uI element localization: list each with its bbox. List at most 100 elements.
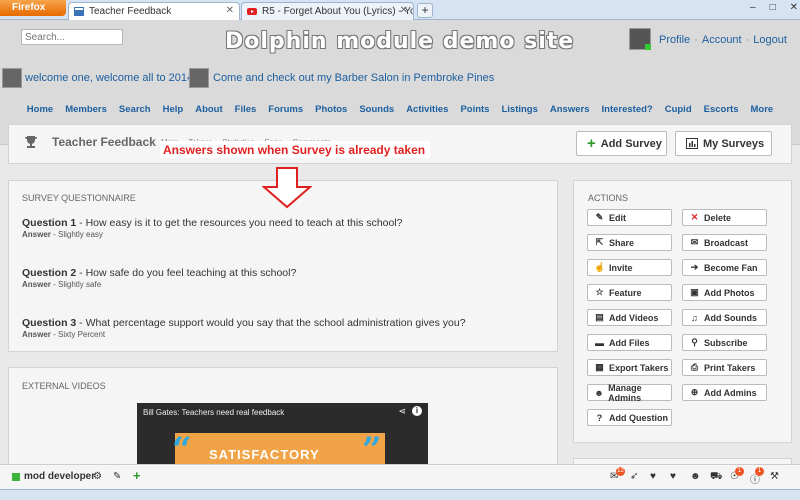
nav-item-cupid[interactable]: Cupid — [659, 104, 698, 120]
add-survey-label: Add Survey — [600, 137, 662, 150]
compose-icon[interactable]: ✎ — [113, 471, 121, 482]
export-icon: ▦ — [595, 362, 604, 372]
nav-item-answers[interactable]: Answers — [544, 104, 596, 120]
profile-link[interactable]: Profile — [659, 34, 690, 46]
nav-item-photos[interactable]: Photos — [309, 104, 353, 120]
friends-icon[interactable]: ☻ — [690, 471, 701, 482]
nav-item-escorts[interactable]: Escorts — [698, 104, 745, 120]
logout-link[interactable]: Logout — [753, 34, 787, 46]
nav-item-activities[interactable]: Activities — [400, 104, 454, 120]
info-icon[interactable]: ⓘ 1 — [750, 467, 764, 486]
tab-teacher-feedback[interactable]: Teacher Feedback ✕ — [68, 2, 240, 20]
file-icon: ▬ — [595, 337, 604, 348]
edit-button[interactable]: ✎ Edit — [587, 209, 672, 226]
answer-1: Answer - Slightly easy — [22, 230, 103, 239]
add-icon[interactable]: + — [133, 468, 141, 483]
add-files-button[interactable]: ▬ Add Files — [587, 334, 672, 351]
nav-item-help[interactable]: Help — [157, 104, 190, 120]
export-takers-button[interactable]: ▦ Export Takers — [587, 359, 672, 376]
video-player[interactable]: “ ” SATISFACTORY Bill Gates: Teachers ne… — [137, 403, 428, 473]
site-title[interactable]: Dolphin module demo site — [225, 29, 574, 54]
new-tab-button[interactable]: + — [417, 3, 433, 18]
tab-title: R5 - Forget About You (Lyrics) - Yo... — [262, 6, 414, 17]
invite-button[interactable]: ☝ Invite — [587, 259, 672, 276]
bird-icon[interactable]: ➶ — [630, 471, 638, 482]
heart-icon[interactable]: ♥ — [650, 471, 656, 482]
close-window-button[interactable]: ✕ — [790, 2, 798, 13]
nav-item-home[interactable]: Home — [21, 104, 59, 120]
minimize-button[interactable]: – — [750, 2, 756, 13]
nav-item-interested[interactable]: Interested? — [596, 104, 659, 120]
add-admins-button[interactable]: ⊕ Add Admins — [682, 384, 767, 401]
cart-icon[interactable]: ⛟ — [710, 471, 723, 484]
info-icon[interactable]: i — [412, 406, 422, 416]
maximize-button[interactable]: □ — [770, 2, 776, 13]
notification-count-badge: 1 — [735, 467, 744, 476]
user-avatar[interactable] — [629, 28, 651, 50]
add-admin-icon: ⊕ — [690, 387, 699, 397]
video-title[interactable]: Bill Gates: Teachers need real feedback — [143, 408, 284, 417]
plus-icon: + — [587, 134, 596, 152]
share-button[interactable]: ⇱ Share — [587, 234, 672, 251]
feature-button[interactable]: ☆ Feature — [587, 284, 672, 301]
delete-icon: ✕ — [690, 212, 699, 222]
account-link[interactable]: Account — [702, 34, 742, 46]
become-fan-icon: ➔ — [690, 262, 699, 272]
subscribe-button[interactable]: ⚲ Subscribe — [682, 334, 767, 351]
nav-item-sounds[interactable]: Sounds — [353, 104, 400, 120]
heart-outline-icon[interactable]: ♥ — [670, 471, 676, 482]
video-sign-text: SATISFACTORY — [209, 447, 320, 462]
question-icon: ? — [596, 412, 603, 423]
nav-item-about[interactable]: About — [189, 104, 228, 120]
users-icon: ☻ — [594, 387, 604, 398]
nav-item-points[interactable]: Points — [454, 104, 495, 120]
add-sounds-button[interactable]: ♫ Add Sounds — [682, 309, 767, 326]
status-avatar[interactable] — [189, 68, 209, 88]
star-icon: ☆ — [595, 287, 604, 297]
add-videos-button[interactable]: ▤ Add Videos — [587, 309, 672, 326]
current-user-label[interactable]: mod developer — [24, 471, 95, 482]
share-icon[interactable]: ⋖ — [398, 406, 406, 417]
page-favicon-icon — [74, 7, 84, 16]
broadcast-icon: ✉ — [690, 237, 699, 247]
bar-chart-icon — [686, 138, 698, 149]
print-takers-button[interactable]: ⎙ Print Takers — [682, 359, 767, 376]
tab-youtube[interactable]: R5 - Forget About You (Lyrics) - Yo... ✕ — [241, 2, 414, 20]
photo-icon: ▣ — [690, 287, 699, 297]
delete-button[interactable]: ✕ Delete — [682, 209, 767, 226]
become-fan-button[interactable]: ➔ Become Fan — [682, 259, 767, 276]
status-text[interactable]: Come and check out my Barber Salon in Pe… — [213, 72, 494, 84]
close-tab-icon[interactable]: ✕ — [400, 5, 408, 16]
video-icon: ▤ — [595, 312, 604, 322]
my-surveys-button[interactable]: My Surveys — [675, 131, 772, 156]
tab-title: Teacher Feedback — [89, 6, 172, 17]
main-nav: Home Members Search Help About Files For… — [0, 104, 800, 120]
nav-item-files[interactable]: Files — [229, 104, 263, 120]
close-tab-icon[interactable]: ✕ — [226, 5, 234, 16]
add-survey-button[interactable]: + Add Survey — [576, 131, 667, 156]
browser-tab-bar: Firefox Teacher Feedback ✕ R5 - Forget A… — [0, 0, 800, 20]
nav-item-search[interactable]: Search — [113, 104, 157, 120]
status-text[interactable]: welcome one, welcome all to 2014 — [25, 72, 193, 84]
bottom-toolbar: mod developer ⚙ ✎ + ✉ 12 ➶ ♥ ♥ ☻ ⛟ ☉ 1 ⓘ 1 … — [0, 464, 800, 489]
actions-heading: ACTIONS — [588, 193, 629, 203]
manage-admins-button[interactable]: ☻ Manage Admins — [587, 383, 672, 403]
wrench-icon[interactable]: ⚒ — [770, 471, 779, 482]
nav-item-members[interactable]: Members — [59, 104, 113, 120]
add-photos-button[interactable]: ▣ Add Photos — [682, 284, 767, 301]
nav-item-listings[interactable]: Listings — [495, 104, 543, 120]
online-status-icon — [12, 473, 20, 481]
notification-icon[interactable]: ☉ 1 — [730, 467, 744, 482]
status-avatar[interactable] — [2, 68, 22, 88]
question-2: Question 2 - How safe do you feel teachi… — [22, 267, 297, 279]
site-search-input[interactable] — [21, 29, 123, 45]
broadcast-button[interactable]: ✉ Broadcast — [682, 234, 767, 251]
mail-icon[interactable]: ✉ 12 — [610, 467, 625, 482]
add-question-button[interactable]: ? Add Question — [587, 409, 672, 426]
account-links: Profile · Account · Logout — [659, 34, 787, 46]
firefox-menu-button[interactable]: Firefox — [0, 0, 66, 16]
nav-item-more[interactable]: More — [745, 104, 780, 120]
nav-item-forums[interactable]: Forums — [262, 104, 309, 120]
settings-icon[interactable]: ⚙ — [93, 471, 102, 482]
browser-status-bar — [0, 489, 800, 500]
